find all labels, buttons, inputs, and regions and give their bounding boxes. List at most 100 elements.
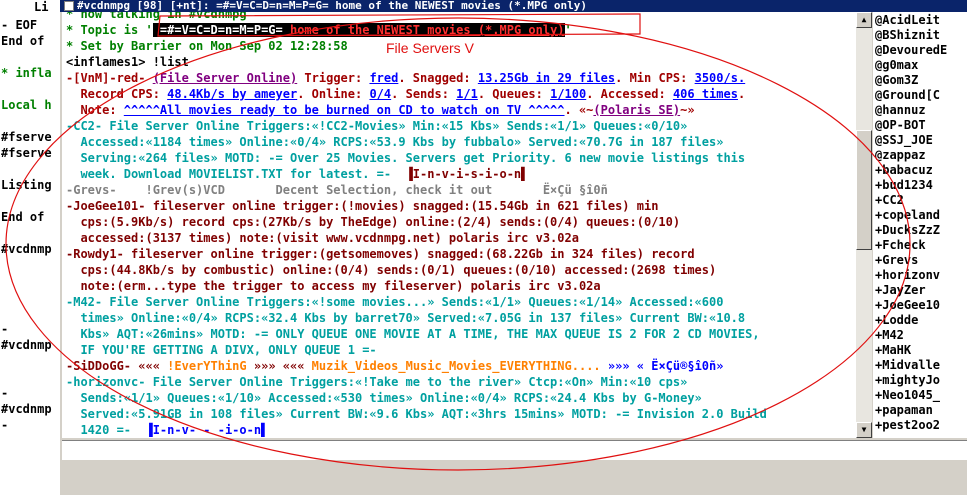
notice-line-m42: IF YOU'RE GETTING A DIVX, ONLY QUEUE 1 =…	[66, 343, 377, 357]
label: . «~	[564, 103, 594, 117]
nick-item[interactable]: @zappaz	[875, 147, 926, 163]
nick-item[interactable]: @DevouredE	[875, 42, 947, 58]
nick-item[interactable]: +M42	[875, 327, 904, 343]
client-tag: ▐I-n-v- - -i-o-n▌	[145, 423, 269, 437]
left-strip-line: -	[1, 322, 9, 336]
label: . Accessed:	[586, 87, 673, 101]
notice-text: 1420 =-	[66, 423, 146, 437]
label: Trigger:	[297, 71, 370, 85]
notice-line-horizon: Sends:«1/1» Queues:«1/10» Accessed:«530 …	[66, 391, 702, 405]
value: 48.4Kb/s by ameyer	[167, 87, 298, 101]
nick-item[interactable]: +copeland	[875, 207, 940, 223]
nick-item[interactable]: @hannuz	[875, 102, 926, 118]
chat-pane[interactable]: * now talking in #vcdnmpg * Topic is ' =…	[62, 12, 856, 438]
annotation-label: File Servers V	[386, 40, 474, 56]
value: 3500/s.	[694, 71, 746, 85]
notice-line-cc2: week. Download MOVIELIST.TXT for latest.…	[66, 166, 528, 182]
scroll-thumb[interactable]	[856, 130, 872, 250]
topic-end: '	[564, 23, 572, 37]
notice-line-horizon: Served:«5.91GB in 108 files» Current BW:…	[66, 407, 767, 421]
nick-item[interactable]: +babacuz	[875, 162, 933, 178]
nick-item[interactable]: +Fcheck	[875, 237, 926, 253]
notice-line-vnm: Note: ^^^^^All movies ready to be burned…	[66, 102, 695, 118]
nick-list[interactable]: @AcidLeit @BShiznit @DevouredE @g0max @G…	[873, 12, 967, 438]
label: . Snagged:	[398, 71, 478, 85]
label: »»» « Ë×Çü®§î0ñ»	[600, 359, 724, 373]
topic-text: home of the NEWEST movies (*.MPG only)	[289, 23, 565, 37]
left-strip-line: - EOF	[1, 18, 38, 32]
chat-line: * now talking in #vcdnmpg	[66, 12, 247, 21]
notice-nick: -[VnM]-red-	[66, 71, 153, 85]
background-window-strip: Li - EOF End of * infla Local h #fserve …	[0, 0, 60, 495]
trigger-link[interactable]: fred	[369, 71, 398, 85]
notice-line-cc2: -CC2- File Server Online Triggers:«!CC2-…	[66, 119, 688, 133]
nick-item[interactable]: +JoeGee10	[875, 297, 940, 313]
label: . Queues:	[477, 87, 551, 101]
nick-item[interactable]: +Midvalle	[875, 357, 940, 373]
nick-item[interactable]: @SSJ_JOE	[875, 132, 933, 148]
scroll-up-button[interactable]: ▲	[856, 12, 872, 28]
nick-item[interactable]: @Ground[C	[875, 87, 940, 103]
value: 1/1	[456, 87, 478, 101]
nick-item[interactable]: +horizonv	[875, 267, 940, 283]
notice-line-m42: times» Online:«0/4» RCPS:«32.4 Kbs by ba…	[66, 311, 746, 325]
topic-channel-tag: =#=V=C=D=n=M=P=G=	[152, 23, 290, 37]
left-strip-line: End of	[1, 210, 45, 224]
left-strip-line: #vcdnmp	[1, 402, 52, 416]
scroll-down-button[interactable]: ▼	[856, 422, 872, 438]
nick-item[interactable]: +CC2	[875, 192, 904, 208]
nick-item[interactable]: +Lodde	[875, 312, 918, 328]
nick-item[interactable]: @g0max	[875, 57, 918, 73]
client-tag: ▐I-n-v-i-s-i-o-n▌	[405, 167, 529, 181]
nick-item[interactable]: @OP-BOT	[875, 117, 926, 133]
chat-scrollbar[interactable]: ▲ ▼	[856, 12, 872, 438]
notice-line-joegee: cps:(5.9Kb/s) record cps:(27Kb/s by TheE…	[66, 215, 681, 229]
nick-item[interactable]: +mightyJo	[875, 372, 940, 388]
notice-line-cc2: Accessed:«1184 times» Online:«0/4» RCPS:…	[66, 135, 724, 149]
value: 0/4	[369, 87, 392, 101]
notice-line-horizon: -horizonvc- File Server Online Triggers:…	[66, 375, 688, 389]
notice-line-joegee: accessed:(3137 times) note:(visit www.vc…	[66, 231, 579, 245]
trigger-text: !EverYThinG	[167, 359, 247, 373]
nick-item[interactable]: +MaHK	[875, 342, 911, 358]
notice-line-m42: -M42- File Server Online Triggers:«!some…	[66, 295, 724, 309]
value: ^^^^^All movies ready to be burned on CD…	[123, 103, 565, 117]
left-strip-line: -	[1, 386, 9, 400]
notice-line-m42: Kbs» AQT:«26mins» MOTD: -= ONLY QUEUE ON…	[66, 327, 760, 341]
label: . Sends:	[391, 87, 457, 101]
nick-item[interactable]: +bud1234	[875, 177, 933, 193]
nick-item[interactable]: @AcidLeit	[875, 12, 940, 28]
left-strip-line: Listing	[1, 178, 52, 192]
label: »»» «««	[246, 359, 312, 373]
nick-item[interactable]: @Gom3Z	[875, 72, 918, 88]
notice-line-rowdy: cps:(44.8Kb/s by combustic) online:(0/4)…	[66, 263, 717, 277]
notice-line-vnm: -[VnM]-red- (File Server Online) Trigger…	[66, 70, 745, 86]
notice-line-vnm: Record CPS: 48.4Kb/s by ameyer. Online: …	[66, 86, 745, 102]
nick-item[interactable]: +JayZer	[875, 282, 926, 298]
label: . Min CPS:	[615, 71, 695, 85]
notice-line-joegee: -JoeGee101- fileserver online trigger:(!…	[66, 199, 659, 213]
nick-item[interactable]: +Grevs	[875, 252, 918, 268]
nick-item[interactable]: +Neo1045_	[875, 387, 940, 403]
value: Muzik_Videos_Music_Movies_EVERYTHING....	[311, 359, 601, 373]
command-line: <inflames1> !list	[66, 55, 189, 69]
notice-line-rowdy: -Rowdy1- fileserver online trigger:(gets…	[66, 247, 695, 261]
channel-window-icon[interactable]	[64, 1, 74, 11]
left-strip-line: #fserve	[1, 130, 52, 144]
channel-window: #vcdnmpg [98] [+nt]: =#=V=C=D=n=M=P=G= h…	[60, 0, 967, 495]
window-titlebar[interactable]: #vcdnmpg [98] [+nt]: =#=V=C=D=n=M=P=G= h…	[60, 0, 967, 12]
label: ~»	[680, 103, 695, 117]
notice-line-siddogg: -SiDDoGG- ««« !EverYThinG »»» ««« Muzik_…	[66, 358, 723, 374]
nick-item[interactable]: @BShiznit	[875, 27, 940, 43]
left-strip-line: Local h	[1, 98, 52, 112]
nick-item[interactable]: +pest2oo2	[875, 417, 940, 433]
nick-item[interactable]: +papaman	[875, 402, 933, 418]
client-tag: (Polaris SE)	[593, 103, 681, 117]
notice-text: week. Download MOVIELIST.TXT for latest.…	[66, 167, 406, 181]
window-title: #vcdnmpg [98] [+nt]: =#=V=C=D=n=M=P=G= h…	[77, 0, 587, 12]
message-input[interactable]	[62, 440, 967, 460]
set-by-line: * Set by Barrier on Mon Sep 02 12:28:58	[66, 39, 348, 53]
label: .	[737, 87, 746, 101]
value: 406 times	[672, 87, 738, 101]
nick-item[interactable]: +DucksZzZ	[875, 222, 940, 238]
